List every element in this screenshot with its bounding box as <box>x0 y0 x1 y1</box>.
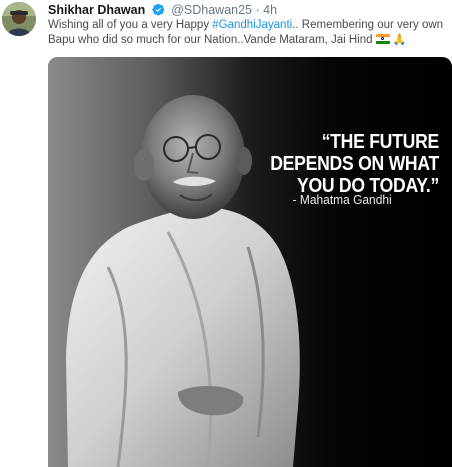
folded-hands-icon: 🙏 <box>392 34 407 46</box>
quote-attribution: - Mahatma Gandhi <box>292 192 392 207</box>
separator: · <box>255 3 260 17</box>
tweet-header: Shikhar Dhawan @SDhawan25 · 4h <box>48 2 277 18</box>
tweet[interactable]: Shikhar Dhawan @SDhawan25 · 4h Wishing a… <box>0 0 452 467</box>
avatar[interactable] <box>2 2 36 36</box>
verified-badge-icon <box>152 3 164 16</box>
author-name[interactable]: Shikhar Dhawan <box>48 3 145 17</box>
tweet-text-intro: Wishing all of you a very Happy <box>48 19 213 31</box>
author-handle[interactable]: @SDhawan25 <box>171 3 252 17</box>
gandhi-portrait-image <box>48 57 452 467</box>
tweet-text: Wishing all of you a very Happy #GandhiJ… <box>48 18 446 48</box>
indian-flag-icon <box>375 34 390 44</box>
quote-text: “THE FUTURE DEPENDS ON WHAT YOU DO TODAY… <box>270 131 439 197</box>
hashtag-link[interactable]: #GandhiJayanti <box>212 19 292 31</box>
avatar-image <box>2 2 36 36</box>
tweet-time[interactable]: 4h <box>263 3 277 17</box>
tweet-image[interactable]: “THE FUTURE DEPENDS ON WHAT YOU DO TODAY… <box>48 57 452 467</box>
